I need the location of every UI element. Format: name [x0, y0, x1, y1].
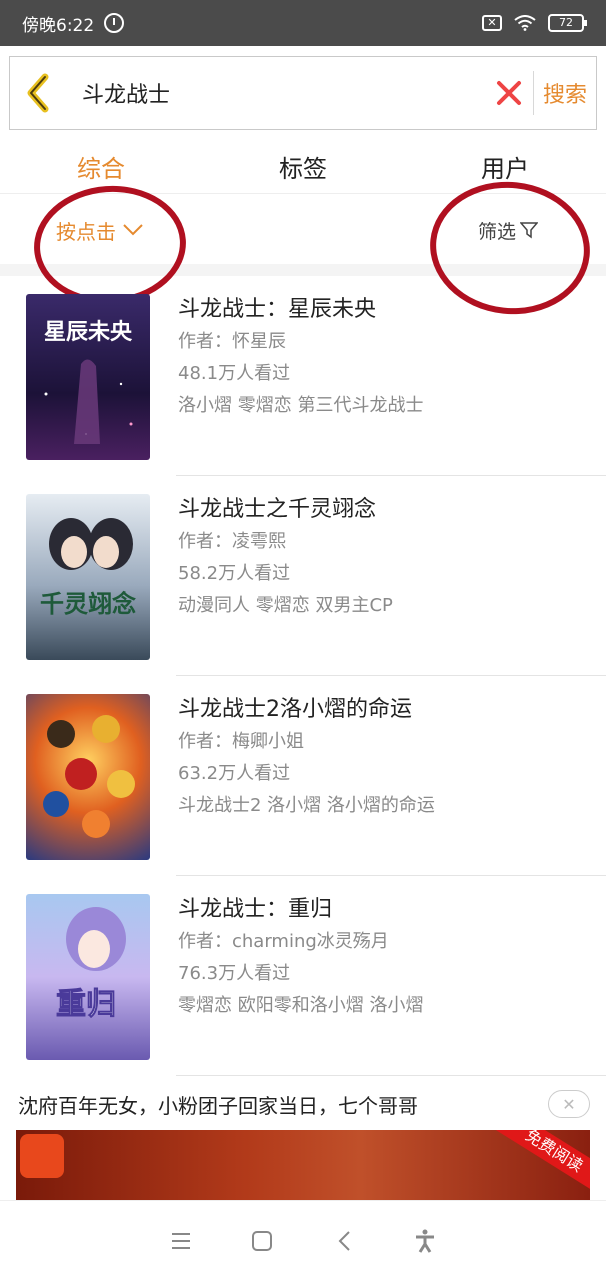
book-author: 作者：梅卿小姐: [178, 731, 304, 752]
accessibility-button[interactable]: [405, 1221, 445, 1261]
book-cover: [26, 694, 150, 860]
book-author: 作者：凌雩熙: [178, 531, 286, 552]
list-item[interactable]: 千灵翊念 斗龙战士之千灵翊念 作者：凌雩熙 58.2万人看过 动漫同人 零熠恋 …: [0, 476, 606, 676]
tab-comprehensive[interactable]: 综合: [0, 149, 202, 184]
back-icon: [338, 1230, 350, 1251]
alarm-icon: [104, 13, 125, 33]
list-item[interactable]: 重归 斗龙战士：重归 作者：charming冰灵殇月 76.3万人看过 零熠恋 …: [0, 876, 606, 1076]
battery-icon: 72: [548, 14, 587, 32]
wifi-icon: [514, 15, 536, 31]
cover-title: 千灵翊念: [40, 590, 136, 618]
cover-title: 重归: [56, 987, 116, 1022]
book-views: 58.2万人看过: [178, 563, 291, 584]
book-list: 星辰未央 斗龙战士：星辰未央 作者：怀星辰 48.1万人看过 洛小熠 零熠恋 第…: [0, 276, 606, 1076]
book-title: 斗龙战士2洛小熠的命运: [178, 697, 412, 722]
status-time: 傍晚6:22: [22, 15, 95, 36]
book-views: 76.3万人看过: [178, 963, 291, 984]
cover-title: 星辰未央: [44, 319, 133, 345]
divider: [176, 1075, 606, 1076]
close-icon: [497, 81, 521, 105]
sim-icon: ✕: [482, 15, 502, 31]
book-views: 48.1万人看过: [178, 363, 291, 384]
book-cover: 重归: [26, 894, 150, 1060]
book-cover: 千灵翊念: [26, 494, 150, 660]
nav-back-button[interactable]: [324, 1221, 364, 1261]
menu-icon: [171, 1232, 190, 1249]
status-bar: 傍晚6:22 ✕ 72: [0, 0, 606, 46]
book-tags: 洛小熠 零熠恋 第三代斗龙战士: [178, 395, 424, 416]
book-views: 63.2万人看过: [178, 763, 291, 784]
menu-button[interactable]: [161, 1221, 201, 1261]
search-input[interactable]: 斗龙战士: [66, 77, 485, 109]
book-title: 斗龙战士之千灵翊念: [178, 497, 377, 522]
tab-users[interactable]: 用户: [404, 149, 606, 184]
system-nav-bar: [0, 1200, 606, 1280]
book-tags: 零熠恋 欧阳零和洛小熠 洛小熠: [178, 995, 424, 1016]
book-title: 斗龙战士：星辰未央: [178, 297, 377, 322]
book-title: 斗龙战士：重归: [178, 897, 333, 922]
home-icon: [252, 1230, 273, 1251]
book-tags: 斗龙战士2 洛小熠 洛小熠的命运: [178, 795, 435, 816]
book-author: 作者：charming冰灵殇月: [178, 931, 389, 952]
chevron-left-icon: [27, 73, 49, 113]
ad-badge: 免费阅读: [496, 1130, 590, 1194]
ad-image[interactable]: 免费阅读: [16, 1130, 590, 1200]
search-button[interactable]: 搜索: [534, 77, 596, 109]
ad-text: 沈府百年无女，小粉团子回家当日，七个哥哥: [18, 1094, 418, 1118]
book-author: 作者：怀星辰: [178, 331, 286, 352]
book-tags: 动漫同人 零熠恋 双男主CP: [178, 595, 393, 616]
accessibility-icon: [416, 1229, 435, 1253]
tab-tags[interactable]: 标签: [202, 149, 404, 184]
list-item[interactable]: 斗龙战士2洛小熠的命运 作者：梅卿小姐 63.2万人看过 斗龙战士2 洛小熠 洛…: [0, 676, 606, 876]
app-logo-icon: [20, 1134, 64, 1178]
clear-button[interactable]: [485, 57, 533, 129]
book-cover: 星辰未央: [26, 294, 150, 460]
back-button[interactable]: [10, 57, 66, 129]
search-bar: 斗龙战士 搜索: [9, 56, 597, 130]
list-item[interactable]: 星辰未央 斗龙战士：星辰未央 作者：怀星辰 48.1万人看过 洛小熠 零熠恋 第…: [0, 276, 606, 476]
home-button[interactable]: [242, 1221, 282, 1261]
ad-close-button[interactable]: ✕: [548, 1090, 590, 1118]
